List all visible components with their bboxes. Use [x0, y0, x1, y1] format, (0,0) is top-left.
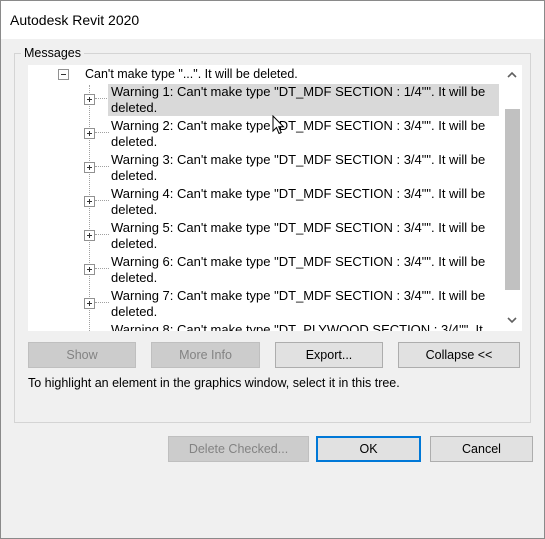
tree-root-label: Can't make type "...". It will be delete…	[85, 67, 298, 81]
delete-checked-button[interactable]: Delete Checked...	[168, 436, 309, 462]
tree-root-node[interactable]: Can't make type "...". It will be delete…	[28, 65, 502, 85]
show-button[interactable]: Show	[28, 342, 136, 368]
tree-item-label: Warning 6: Can't make type "DT_MDF SECTI…	[111, 254, 486, 285]
tree-item-warning[interactable]: Warning 8: Can't make type "DT_PLYWOOD S…	[28, 321, 502, 331]
tree-item-label: Warning 1: Can't make type "DT_MDF SECTI…	[108, 84, 499, 116]
tree-item-warning[interactable]: Warning 6: Can't make type "DT_MDF SECTI…	[28, 253, 502, 287]
tree-content: Can't make type "...". It will be delete…	[28, 65, 502, 331]
minus-box-icon[interactable]	[58, 69, 69, 80]
tree-scrollbar[interactable]	[502, 65, 522, 331]
tree-item-warning[interactable]: Warning 2: Can't make type "DT_MDF SECTI…	[28, 117, 502, 151]
messages-group-label: Messages	[21, 46, 84, 60]
plus-box-icon[interactable]	[84, 230, 95, 241]
tree-item-label: Warning 7: Can't make type "DT_MDF SECTI…	[111, 288, 486, 319]
plus-box-icon[interactable]	[84, 94, 95, 105]
more-info-button[interactable]: More Info	[151, 342, 260, 368]
tree-item-label: Warning 5: Can't make type "DT_MDF SECTI…	[111, 220, 486, 251]
tree-connector	[95, 98, 109, 99]
plus-box-icon[interactable]	[84, 298, 95, 309]
tree-connector	[95, 166, 109, 167]
plus-box-icon[interactable]	[84, 264, 95, 275]
messages-tree[interactable]: Can't make type "...". It will be delete…	[28, 65, 522, 331]
export-button[interactable]: Export...	[275, 342, 383, 368]
mouse-pointer-icon	[272, 114, 285, 138]
tree-item-warning[interactable]: Warning 4: Can't make type "DT_MDF SECTI…	[28, 185, 502, 219]
tree-item-warning[interactable]: Warning 7: Can't make type "DT_MDF SECTI…	[28, 287, 502, 321]
tree-item-warning[interactable]: Warning 1: Can't make type "DT_MDF SECTI…	[28, 83, 502, 117]
tree-item-label: Warning 8: Can't make type "DT_PLYWOOD S…	[111, 322, 483, 331]
collapse-button[interactable]: Collapse <<	[398, 342, 520, 368]
tree-item-warning[interactable]: Warning 3: Can't make type "DT_MDF SECTI…	[28, 151, 502, 185]
tree-connector	[95, 234, 109, 235]
tree-connector	[95, 268, 109, 269]
tree-item-label: Warning 2: Can't make type "DT_MDF SECTI…	[111, 118, 486, 149]
tree-item-label: Warning 3: Can't make type "DT_MDF SECTI…	[111, 152, 486, 183]
hint-text: To highlight an element in the graphics …	[28, 376, 400, 390]
ok-button[interactable]: OK	[316, 436, 421, 462]
revit-dialog: Autodesk Revit 2020 Messages Can't make …	[0, 0, 545, 539]
plus-box-icon[interactable]	[84, 196, 95, 207]
scroll-thumb[interactable]	[505, 109, 520, 290]
window-title: Autodesk Revit 2020	[10, 12, 140, 28]
chevron-up-icon[interactable]	[502, 65, 522, 85]
plus-box-icon[interactable]	[84, 162, 95, 173]
plus-box-icon[interactable]	[84, 128, 95, 139]
tree-item-warning[interactable]: Warning 5: Can't make type "DT_MDF SECTI…	[28, 219, 502, 253]
tree-connector	[95, 302, 109, 303]
title-bar[interactable]: Autodesk Revit 2020	[1, 1, 544, 39]
tree-connector	[95, 132, 109, 133]
tree-item-label: Warning 4: Can't make type "DT_MDF SECTI…	[111, 186, 486, 217]
chevron-down-icon[interactable]	[502, 311, 522, 331]
tree-connector	[95, 200, 109, 201]
cancel-button[interactable]: Cancel	[430, 436, 533, 462]
